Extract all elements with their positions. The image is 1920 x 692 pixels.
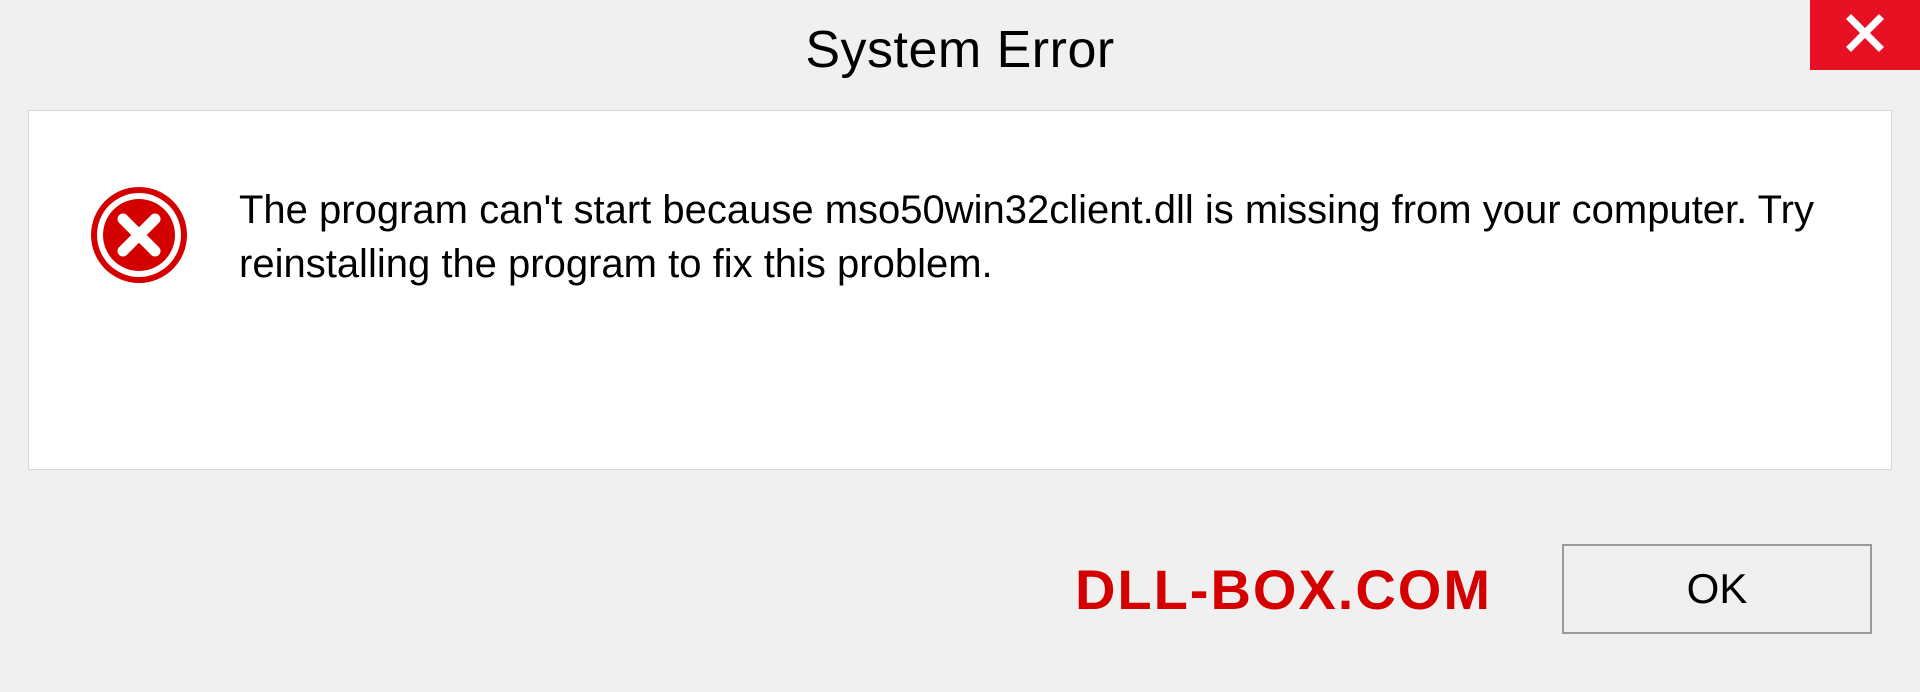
dialog-footer: DLL-BOX.COM OK [28, 514, 1892, 664]
dialog-title: System Error [805, 20, 1114, 80]
close-icon [1845, 13, 1885, 58]
ok-button[interactable]: OK [1562, 544, 1872, 634]
dialog-message: The program can't start because mso50win… [239, 181, 1831, 291]
close-button[interactable] [1810, 0, 1920, 70]
titlebar: System Error [0, 0, 1920, 100]
error-icon [89, 181, 189, 290]
watermark-text: DLL-BOX.COM [1075, 557, 1492, 622]
dialog-content: The program can't start because mso50win… [28, 110, 1892, 470]
